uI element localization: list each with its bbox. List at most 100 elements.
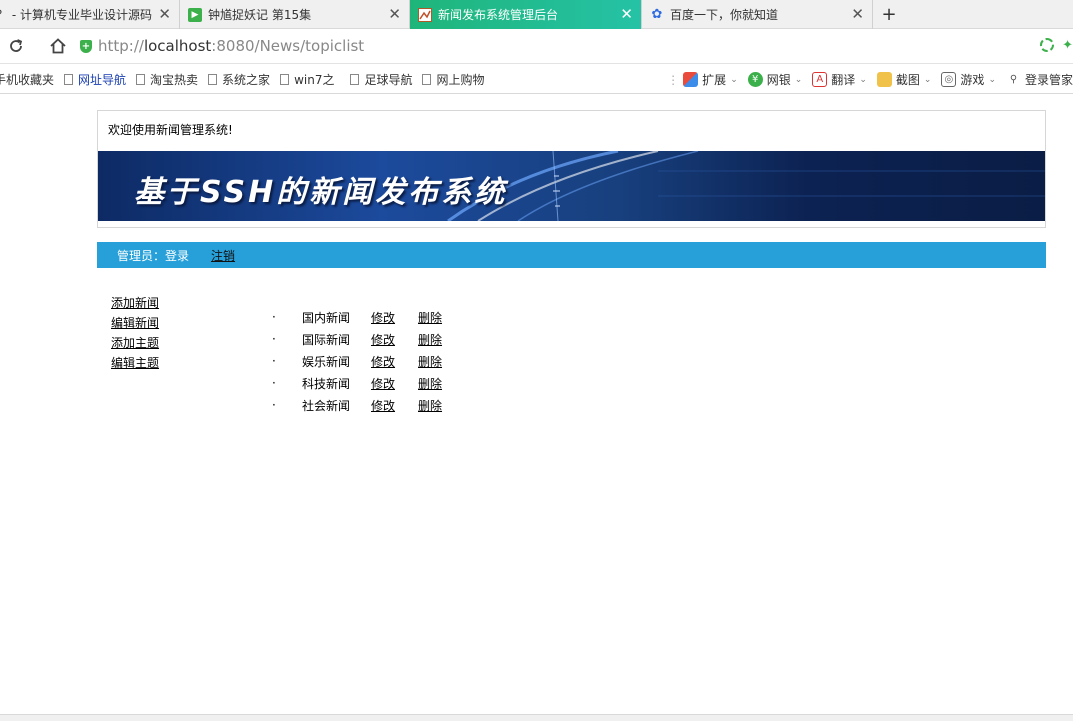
chevron-down-icon: ⌄ <box>988 74 996 85</box>
bookmark-system-home[interactable]: 系统之家 <box>208 71 270 88</box>
page-icon <box>422 73 432 85</box>
bullet: · <box>272 310 276 324</box>
tab-title: ？ - 计算机专业毕业设计源码 <box>0 8 152 22</box>
tab-1[interactable]: ？ - 计算机专业毕业设计源码 ✕ <box>0 0 180 29</box>
delete-link[interactable]: 删除 <box>418 397 442 414</box>
leaf-icon[interactable]: ✦ <box>1062 38 1073 53</box>
tool-extensions[interactable]: 扩展 ⌄ <box>683 71 738 88</box>
tab-3-active[interactable]: 新闻发布系统管理后台 ✕ <box>410 0 642 29</box>
new-tab-button[interactable]: + <box>873 0 905 29</box>
address-right-tools: ✦ <box>1040 38 1073 53</box>
tab-title: 钟馗捉妖记 第15集 <box>208 8 312 22</box>
banner-image: 基于SSH的新闻发布系统 <box>98 151 1045 221</box>
url-scheme: http:// <box>98 37 144 55</box>
edit-link[interactable]: 修改 <box>371 397 418 414</box>
edit-link[interactable]: 修改 <box>371 353 418 370</box>
login-link[interactable]: 登录 <box>165 247 189 264</box>
bookmarks-bar: 手机收藏夹 网址导航 淘宝热卖 系统之家 win7之 足球导航 网上购物 ⋮ 扩… <box>0 65 1073 94</box>
page-icon <box>280 73 290 85</box>
close-icon[interactable]: ✕ <box>388 6 401 22</box>
tool-label: 翻译 <box>831 73 856 87</box>
bookmark-label: 手机收藏夹 <box>0 72 55 87</box>
topic-name: 娱乐新闻 <box>302 354 351 369</box>
delete-link[interactable]: 删除 <box>418 353 442 370</box>
topic-name: 社会新闻 <box>302 398 351 413</box>
topic-name: 国际新闻 <box>302 332 351 347</box>
bookmark-taobao[interactable]: 淘宝热卖 <box>136 71 198 88</box>
toolbar-extensions: ⋮ 扩展 ⌄ ¥ 网银 ⌄ A 翻译 ⌄ 截图 ⌄ ◎ 游戏 ⌄ ⚲ 登录管家 <box>667 65 1073 94</box>
page-icon <box>64 73 74 85</box>
edit-link[interactable]: 修改 <box>371 375 418 392</box>
bookmark-label: 足球导航 <box>364 72 413 87</box>
tool-bank[interactable]: ¥ 网银 ⌄ <box>747 71 803 88</box>
baidu-paw-icon: ✿ <box>651 7 663 22</box>
tab-title: 新闻发布系统管理后台 <box>438 8 559 22</box>
list-item: · 娱乐新闻 修改 删除 <box>272 350 442 372</box>
url-field[interactable]: + http:// localhost :8080/News/topiclist <box>80 37 364 55</box>
delete-link[interactable]: 删除 <box>418 309 442 326</box>
close-icon[interactable]: ✕ <box>851 6 864 22</box>
add-news-link[interactable]: 添加新闻 <box>111 293 159 313</box>
bookmark-nav[interactable]: 网址导航 <box>64 71 126 88</box>
page-content: 欢迎使用新闻管理系统! 基于SSH的新闻发布系统 管理员： 登录 注销 添加新闻… <box>0 95 1073 714</box>
tab-title: 百度一下，你就知道 <box>670 8 779 22</box>
reload-icon[interactable] <box>2 32 30 60</box>
edit-topic-link[interactable]: 编辑主题 <box>111 353 159 373</box>
bookmark-mobile-favorites[interactable]: 手机收藏夹 <box>0 71 54 88</box>
edit-news-link[interactable]: 编辑新闻 <box>111 313 159 333</box>
list-item: · 社会新闻 修改 删除 <box>272 394 442 416</box>
close-icon[interactable]: ✕ <box>620 6 633 22</box>
delete-link[interactable]: 删除 <box>418 375 442 392</box>
page-icon <box>136 73 146 85</box>
home-icon[interactable] <box>44 32 72 60</box>
chevron-down-icon: ⌄ <box>859 74 867 85</box>
drag-handle-icon[interactable]: ⋮ <box>667 73 679 87</box>
banner-title: 基于SSH的新闻发布系统 <box>134 175 508 210</box>
refresh-status-icon[interactable] <box>1040 38 1055 52</box>
screenshot-icon <box>876 72 892 87</box>
tool-login-manager[interactable]: ⚲ 登录管家 <box>1006 71 1073 88</box>
tab-2[interactable]: ▶ 钟馗捉妖记 第15集 ✕ <box>180 0 410 29</box>
image-icon <box>418 7 432 22</box>
tool-games[interactable]: ◎ 游戏 ⌄ <box>941 71 996 88</box>
page-icon <box>350 73 360 85</box>
bookmark-label: win7之 <box>294 72 335 87</box>
admin-sidebar: 添加新闻 编辑新闻 添加主题 编辑主题 <box>111 293 159 373</box>
chevron-down-icon: ⌄ <box>794 74 803 85</box>
bullet: · <box>272 332 276 346</box>
logout-link[interactable]: 注销 <box>211 247 235 264</box>
translate-icon: A <box>812 72 828 87</box>
tab-4[interactable]: ✿ 百度一下，你就知道 ✕ <box>642 0 873 29</box>
url-path: :8080/News/topiclist <box>211 37 365 55</box>
topic-name: 国内新闻 <box>302 310 351 325</box>
bookmark-win7[interactable]: win7之 <box>280 71 334 88</box>
delete-link[interactable]: 删除 <box>418 331 442 348</box>
tool-label: 登录管家 <box>1024 73 1073 87</box>
add-topic-link[interactable]: 添加主题 <box>111 333 159 353</box>
list-item: · 国内新闻 修改 删除 <box>272 306 442 328</box>
close-icon[interactable]: ✕ <box>158 6 171 22</box>
topic-name: 科技新闻 <box>302 376 351 391</box>
tool-screenshot[interactable]: 截图 ⌄ <box>876 71 931 88</box>
bookmark-shopping[interactable]: 网上购物 <box>422 71 484 88</box>
url-host: localhost <box>143 37 212 55</box>
bookmark-football[interactable]: 足球导航 <box>350 71 412 88</box>
edit-link[interactable]: 修改 <box>371 309 418 326</box>
status-bar <box>0 714 1073 721</box>
game-icon: ◎ <box>941 72 957 87</box>
address-bar: + http:// localhost :8080/News/topiclist… <box>0 29 1073 64</box>
bookmark-label: 网址导航 <box>78 72 127 87</box>
extensions-icon <box>683 72 699 87</box>
page-header: 欢迎使用新闻管理系统! 基于SSH的新闻发布系统 <box>97 110 1046 228</box>
list-item: · 国际新闻 修改 删除 <box>272 328 442 350</box>
tool-translate[interactable]: A 翻译 ⌄ <box>812 71 867 88</box>
edit-link[interactable]: 修改 <box>371 331 418 348</box>
list-item: · 科技新闻 修改 删除 <box>272 372 442 394</box>
page-icon <box>208 73 218 85</box>
topic-list: · 国内新闻 修改 删除 · 国际新闻 修改 删除 · 娱乐新闻 修改 删除 ·… <box>272 306 442 416</box>
bullet: · <box>272 354 276 368</box>
chevron-down-icon: ⌄ <box>730 74 738 85</box>
browser-tab-bar: ？ - 计算机专业毕业设计源码 ✕ ▶ 钟馗捉妖记 第15集 ✕ 新闻发布系统管… <box>0 0 1073 29</box>
admin-label: 管理员： <box>117 248 166 263</box>
security-shield-icon: + <box>80 39 92 53</box>
